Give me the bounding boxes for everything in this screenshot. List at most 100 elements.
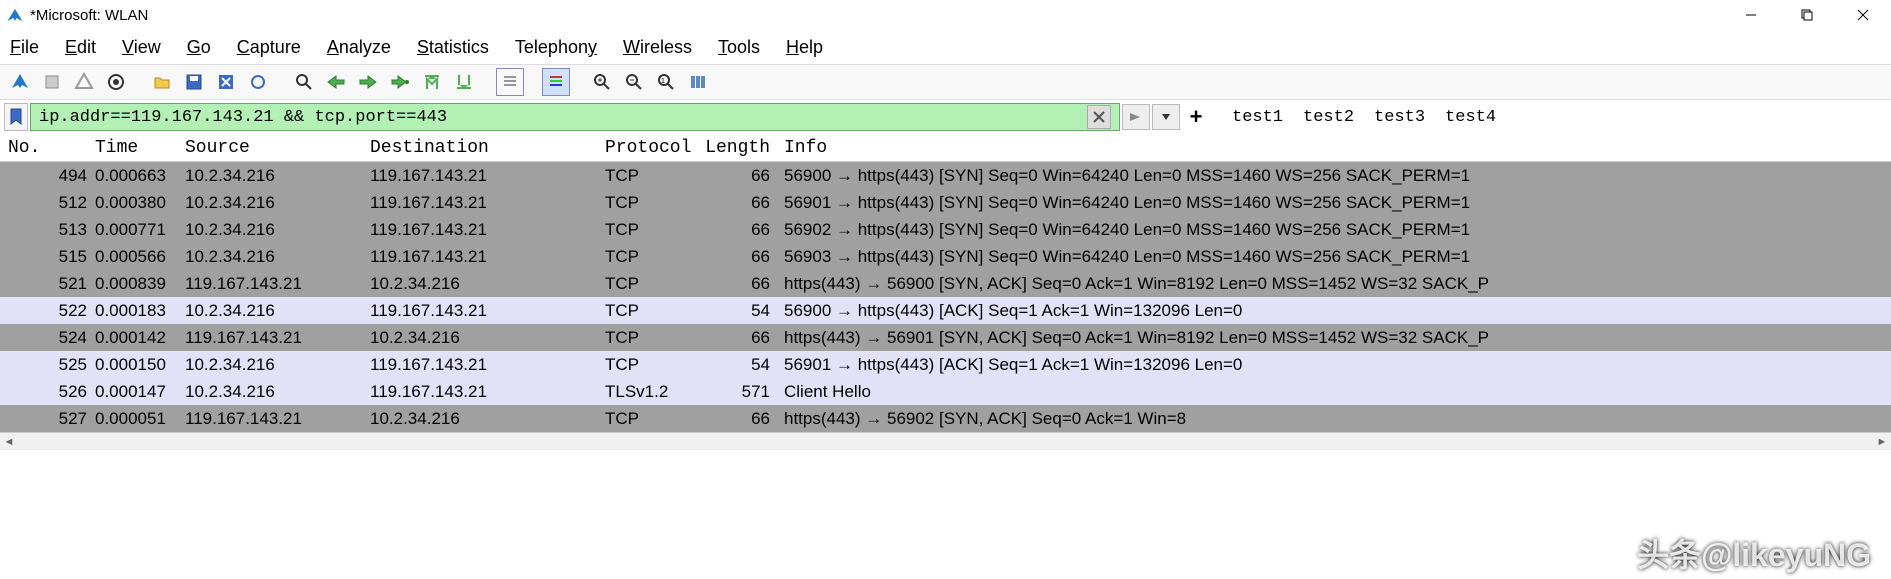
menu-statistics[interactable]: Statistics [417, 37, 489, 58]
cell-info: https(443) → 56901 [SYN, ACK] Seq=0 Ack=… [780, 328, 1891, 348]
cell-protocol: TCP [605, 409, 705, 429]
column-header-length[interactable]: Length [705, 138, 780, 158]
column-header-destination[interactable]: Destination [370, 138, 605, 158]
cell-time: 0.000150 [95, 355, 185, 375]
menu-edit[interactable]: Edit [65, 37, 96, 58]
zoom-reset-icon[interactable]: 1 [652, 68, 680, 96]
menu-go[interactable]: Go [187, 37, 211, 58]
packet-row[interactable]: 5120.00038010.2.34.216119.167.143.21TCP6… [0, 189, 1891, 216]
go-back-icon[interactable] [322, 68, 350, 96]
packet-row[interactable]: 5210.000839119.167.143.2110.2.34.216TCP6… [0, 270, 1891, 297]
colorize-packets-icon[interactable] [542, 68, 570, 96]
filter-tab-test4[interactable]: test4 [1445, 108, 1496, 127]
cell-time: 0.000839 [95, 274, 185, 294]
auto-scroll-icon[interactable] [496, 68, 524, 96]
cell-no: 525 [0, 355, 95, 375]
resize-columns-icon[interactable] [684, 68, 712, 96]
filter-tabs: test1 test2 test3 test4 [1232, 108, 1496, 127]
filter-history-dropdown-icon[interactable] [1152, 104, 1180, 130]
cell-length: 66 [705, 247, 780, 267]
cell-destination: 119.167.143.21 [370, 193, 605, 213]
go-last-icon[interactable] [450, 68, 478, 96]
svg-text:1: 1 [661, 78, 665, 85]
filter-tab-test2[interactable]: test2 [1303, 108, 1354, 127]
column-header-source[interactable]: Source [185, 138, 370, 158]
go-to-packet-icon[interactable] [386, 68, 414, 96]
close-file-icon[interactable] [212, 68, 240, 96]
packet-row[interactable]: 5270.000051119.167.143.2110.2.34.216TCP6… [0, 405, 1891, 432]
menu-analyze[interactable]: Analyze [327, 37, 391, 58]
stop-capture-icon[interactable] [38, 68, 66, 96]
cell-source: 10.2.34.216 [185, 166, 370, 186]
cell-info: Client Hello [780, 382, 1891, 402]
column-header-info[interactable]: Info [780, 138, 1891, 158]
go-first-icon[interactable] [418, 68, 446, 96]
cell-info: 56900 → https(443) [ACK] Seq=1 Ack=1 Win… [780, 301, 1891, 321]
restart-capture-icon[interactable] [70, 68, 98, 96]
filter-expression-text: ip.addr==119.167.143.21 && tcp.port==443 [39, 108, 447, 127]
cell-source: 10.2.34.216 [185, 193, 370, 213]
cell-protocol: TCP [605, 274, 705, 294]
cell-destination: 10.2.34.216 [370, 274, 605, 294]
cell-length: 66 [705, 220, 780, 240]
cell-no: 526 [0, 382, 95, 402]
cell-source: 119.167.143.21 [185, 409, 370, 429]
open-file-icon[interactable] [148, 68, 176, 96]
scroll-left-icon[interactable]: ◄ [0, 436, 18, 448]
cell-source: 119.167.143.21 [185, 274, 370, 294]
cell-no: 527 [0, 409, 95, 429]
menu-wireless[interactable]: Wireless [623, 37, 692, 58]
find-packet-icon[interactable] [290, 68, 318, 96]
packet-row[interactable]: 5220.00018310.2.34.216119.167.143.21TCP5… [0, 297, 1891, 324]
scroll-right-icon[interactable]: ► [1873, 436, 1891, 448]
packet-row[interactable]: 5240.000142119.167.143.2110.2.34.216TCP6… [0, 324, 1891, 351]
menu-bar: File Edit View Go Capture Analyze Statis… [0, 30, 1891, 64]
menu-capture[interactable]: Capture [237, 37, 301, 58]
column-header-time[interactable]: Time [95, 138, 185, 158]
cell-no: 524 [0, 328, 95, 348]
menu-tools[interactable]: Tools [718, 37, 760, 58]
save-file-icon[interactable] [180, 68, 208, 96]
cell-time: 0.000380 [95, 193, 185, 213]
zoom-out-icon[interactable] [620, 68, 648, 96]
filter-tab-test1[interactable]: test1 [1232, 108, 1283, 127]
close-button[interactable] [1835, 0, 1891, 30]
cell-protocol: TCP [605, 328, 705, 348]
packet-list[interactable]: 4940.00066310.2.34.216119.167.143.21TCP6… [0, 162, 1891, 432]
watermark-text: 头条@likeyuNG [1637, 530, 1871, 576]
cell-protocol: TCP [605, 193, 705, 213]
menu-view[interactable]: View [122, 37, 161, 58]
toolbar: 1 [0, 64, 1891, 100]
packet-row[interactable]: 5150.00056610.2.34.216119.167.143.21TCP6… [0, 243, 1891, 270]
maximize-button[interactable] [1779, 0, 1835, 30]
menu-file[interactable]: File [10, 37, 39, 58]
filter-tab-test3[interactable]: test3 [1374, 108, 1425, 127]
packet-row[interactable]: 5260.00014710.2.34.216119.167.143.21TLSv… [0, 378, 1891, 405]
cell-destination: 119.167.143.21 [370, 355, 605, 375]
cell-destination: 10.2.34.216 [370, 409, 605, 429]
cell-destination: 119.167.143.21 [370, 247, 605, 267]
cell-source: 10.2.34.216 [185, 382, 370, 402]
horizontal-scrollbar[interactable]: ◄ ► [0, 432, 1891, 450]
filter-bookmark-icon[interactable] [4, 103, 28, 131]
cell-time: 0.000147 [95, 382, 185, 402]
apply-filter-icon[interactable] [1122, 104, 1150, 130]
column-header-protocol[interactable]: Protocol [605, 138, 705, 158]
minimize-button[interactable] [1723, 0, 1779, 30]
go-forward-icon[interactable] [354, 68, 382, 96]
clear-filter-icon[interactable] [1087, 105, 1111, 129]
packet-row[interactable]: 4940.00066310.2.34.216119.167.143.21TCP6… [0, 162, 1891, 189]
reload-file-icon[interactable] [244, 68, 272, 96]
cell-protocol: TCP [605, 166, 705, 186]
zoom-in-icon[interactable] [588, 68, 616, 96]
cell-source: 119.167.143.21 [185, 328, 370, 348]
add-filter-button[interactable]: + [1182, 104, 1210, 130]
column-header-no[interactable]: No. [0, 138, 95, 158]
menu-help[interactable]: Help [786, 37, 823, 58]
menu-telephony[interactable]: Telephony [515, 37, 597, 58]
display-filter-input[interactable]: ip.addr==119.167.143.21 && tcp.port==443 [30, 103, 1120, 131]
packet-row[interactable]: 5130.00077110.2.34.216119.167.143.21TCP6… [0, 216, 1891, 243]
capture-options-icon[interactable] [102, 68, 130, 96]
packet-row[interactable]: 5250.00015010.2.34.216119.167.143.21TCP5… [0, 351, 1891, 378]
start-capture-icon[interactable] [6, 68, 34, 96]
